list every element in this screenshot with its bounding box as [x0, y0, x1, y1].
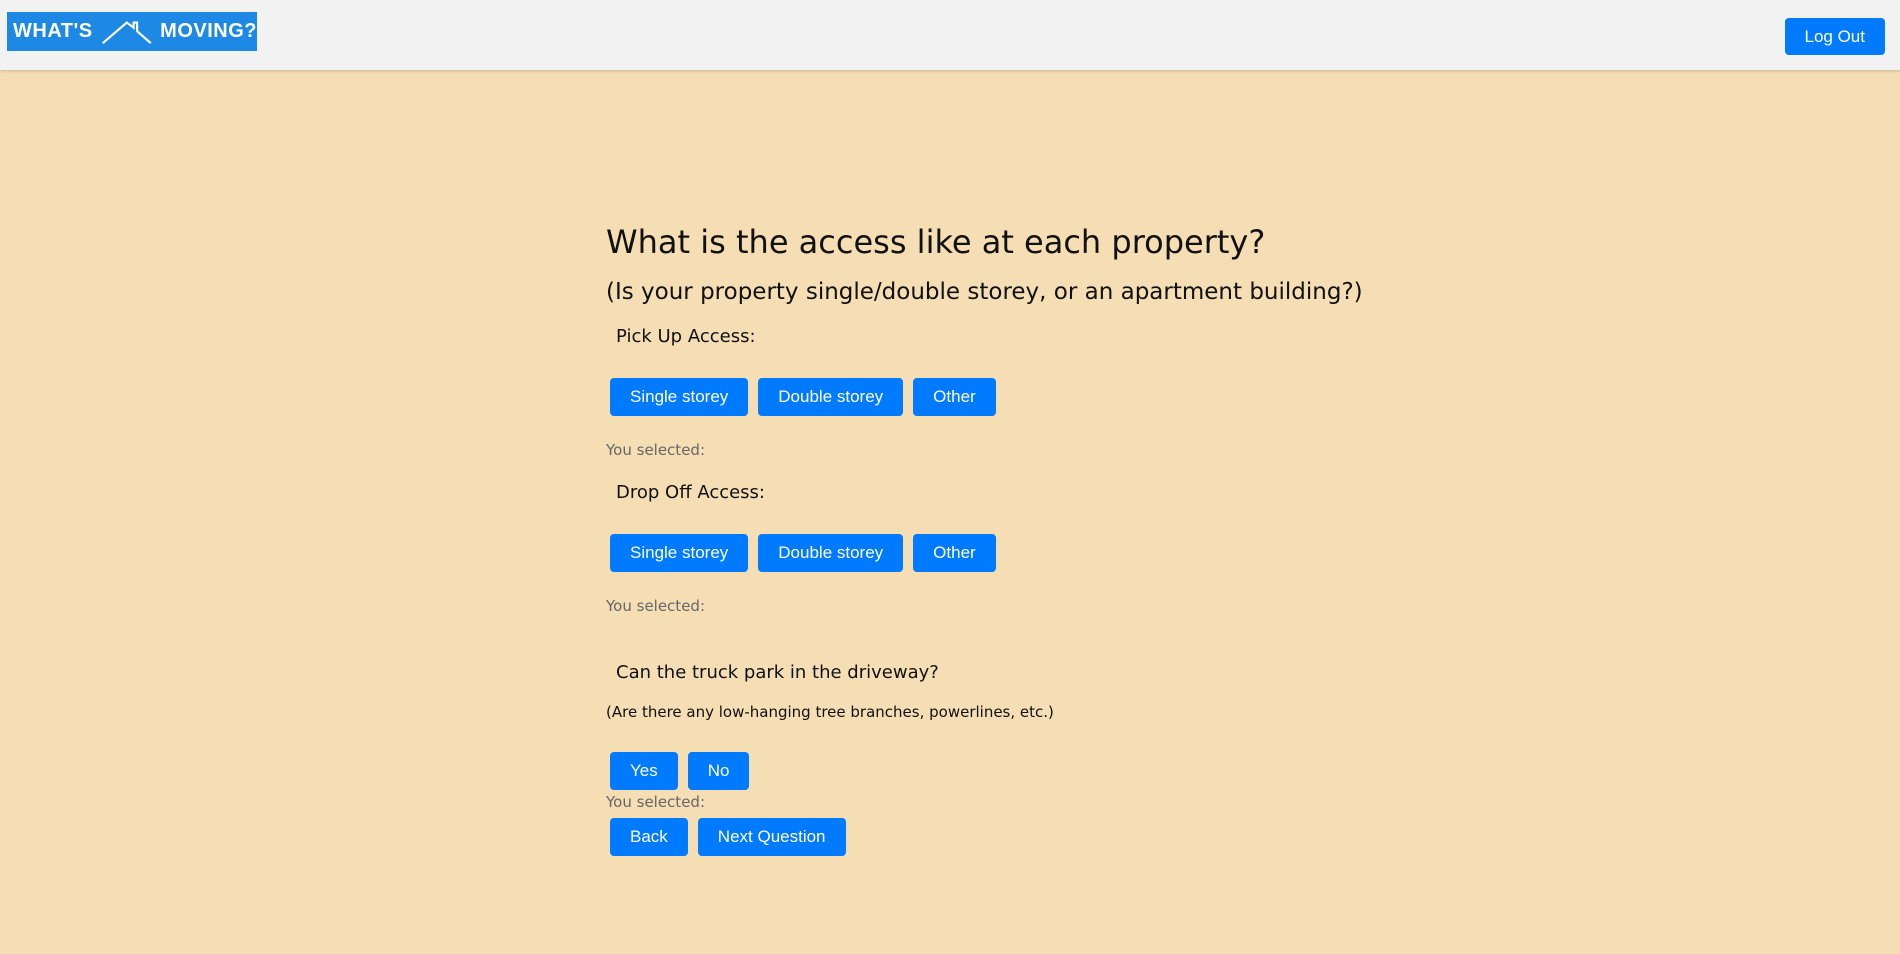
dropoff-options: Single storey Double storey Other	[606, 534, 1406, 572]
next-question-button[interactable]: Next Question	[697, 818, 846, 856]
driveway-yes-button[interactable]: Yes	[610, 752, 678, 790]
page-title: What is the access like at each property…	[606, 223, 1266, 261]
pickup-selected-text: You selected:	[606, 441, 705, 459]
pickup-other-button[interactable]: Other	[913, 378, 996, 416]
logo-text-right: MOVING?	[160, 20, 257, 42]
driveway-question: Can the truck park in the driveway?	[616, 662, 939, 683]
logo-text-left: WHAT'S	[13, 20, 93, 42]
driveway-selected-text: You selected:	[606, 793, 705, 811]
logout-button[interactable]: Log Out	[1784, 18, 1885, 55]
driveway-no-button[interactable]: No	[687, 752, 750, 790]
driveway-note: (Are there any low-hanging tree branches…	[606, 703, 1054, 721]
back-button[interactable]: Back	[610, 818, 688, 856]
main-content: What is the access like at each property…	[606, 220, 1406, 856]
dropoff-other-button[interactable]: Other	[913, 534, 996, 572]
page-subtitle: (Is your property single/double storey, …	[606, 279, 1363, 305]
pickup-options: Single storey Double storey Other	[606, 378, 1406, 416]
pickup-access-label: Pick Up Access:	[616, 326, 756, 347]
dropoff-selected-text: You selected:	[606, 597, 705, 615]
driveway-options: Yes No	[606, 752, 1406, 790]
dropoff-access-label: Drop Off Access:	[616, 482, 766, 503]
pickup-single-storey-button[interactable]: Single storey	[610, 378, 749, 416]
dropoff-single-storey-button[interactable]: Single storey	[610, 534, 749, 572]
pickup-double-storey-button[interactable]: Double storey	[758, 378, 904, 416]
dropoff-double-storey-button[interactable]: Double storey	[758, 534, 904, 572]
brand-logo[interactable]: WHAT'S MOVING?	[7, 12, 257, 51]
house-roof-icon	[101, 20, 152, 44]
navigation-buttons: Back Next Question	[606, 818, 1406, 856]
top-navbar: WHAT'S MOVING? Log Out	[0, 0, 1900, 70]
